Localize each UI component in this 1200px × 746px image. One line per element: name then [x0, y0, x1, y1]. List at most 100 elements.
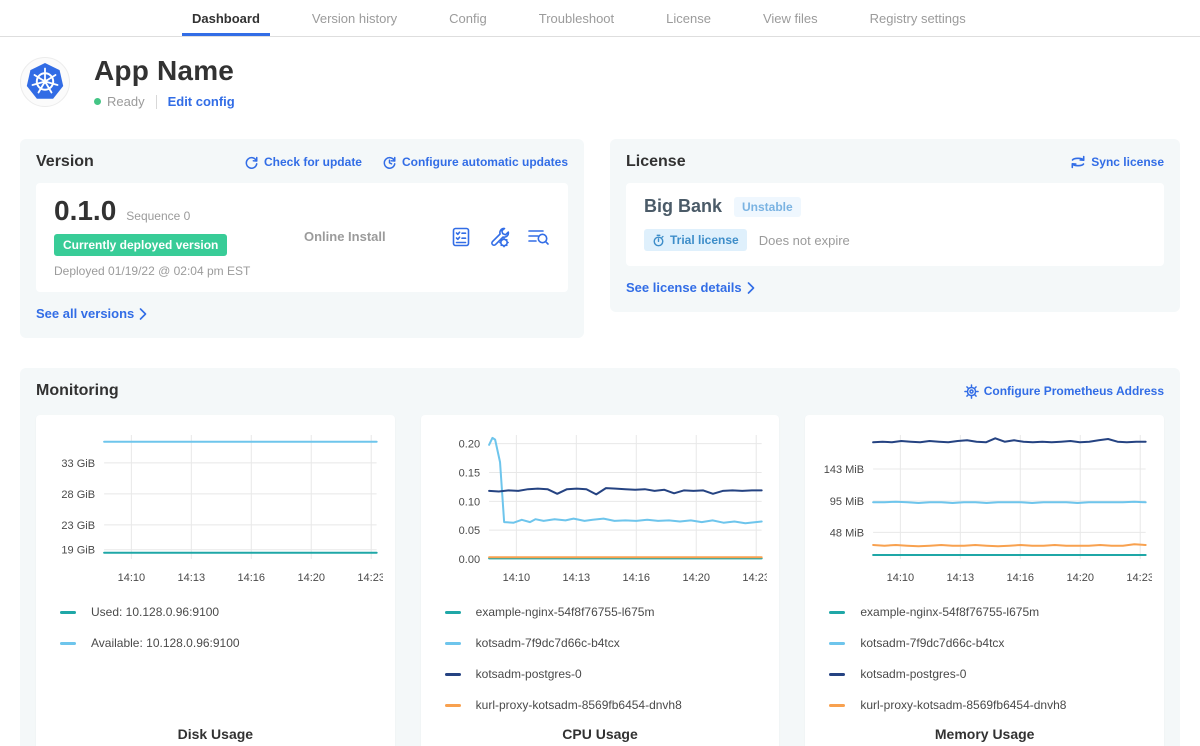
see-license-details-link[interactable]: See license details	[626, 280, 755, 295]
chart-title: Disk Usage	[48, 712, 383, 742]
configure-prometheus-link[interactable]: Configure Prometheus Address	[964, 384, 1164, 399]
app-avatar	[20, 57, 70, 107]
svg-text:33 GiB: 33 GiB	[61, 458, 95, 470]
legend-item: kotsadm-7f9dc7d66c-b4tcx	[445, 636, 768, 650]
dashboard-content: App Name Ready Edit config Version	[0, 37, 1200, 746]
svg-text:0.05: 0.05	[458, 525, 479, 537]
svg-text:48 MiB: 48 MiB	[830, 527, 864, 539]
legend-color-dash	[829, 642, 845, 645]
svg-text:14:23: 14:23	[357, 572, 382, 584]
preflight-checks-icon[interactable]	[450, 226, 472, 248]
legend-label: kurl-proxy-kotsadm-8569fb6454-dnvh8	[476, 698, 682, 712]
expiry-text: Does not expire	[759, 233, 850, 248]
chart-card-memory-usage: 143 MiB95 MiB48 MiB14:1014:1314:1614:201…	[805, 415, 1164, 746]
chevron-right-icon	[139, 308, 147, 320]
legend-color-dash	[445, 704, 461, 707]
license-type-badge: Trial license	[644, 229, 747, 251]
nav-tab-config[interactable]: Config	[439, 0, 497, 36]
svg-text:14:13: 14:13	[562, 572, 590, 584]
clock-refresh-icon	[382, 155, 397, 170]
channel-badge: Unstable	[734, 197, 801, 217]
nav-tab-troubleshoot[interactable]: Troubleshoot	[529, 0, 624, 36]
legend-color-dash	[60, 611, 76, 614]
legend-label: kurl-proxy-kotsadm-8569fb6454-dnvh8	[860, 698, 1066, 712]
version-card-title: Version	[36, 153, 94, 171]
app-name: App Name	[94, 55, 235, 87]
legend-item: kotsadm-postgres-0	[445, 667, 768, 681]
svg-text:28 GiB: 28 GiB	[61, 489, 95, 501]
svg-text:14:16: 14:16	[1007, 572, 1035, 584]
svg-text:95 MiB: 95 MiB	[830, 496, 864, 508]
edit-config-link[interactable]: Edit config	[168, 94, 235, 109]
svg-text:19 GiB: 19 GiB	[61, 545, 95, 557]
svg-text:14:23: 14:23	[742, 572, 767, 584]
legend-color-dash	[445, 611, 461, 614]
chart-card-disk-usage: 33 GiB28 GiB23 GiB19 GiB14:1014:1314:161…	[36, 415, 395, 746]
version-number: 0.1.0	[54, 195, 116, 227]
charts-row: 33 GiB28 GiB23 GiB19 GiB14:1014:1314:161…	[36, 415, 1164, 746]
legend-color-dash	[829, 704, 845, 707]
svg-text:14:10: 14:10	[118, 572, 146, 584]
edit-config-wrench-icon[interactable]	[488, 226, 510, 248]
svg-text:14:20: 14:20	[1067, 572, 1095, 584]
chart-legend: example-nginx-54f8f76755-l675m kotsadm-7…	[433, 605, 768, 712]
svg-text:14:16: 14:16	[238, 572, 266, 584]
monitoring-title: Monitoring	[36, 382, 119, 400]
svg-text:14:23: 14:23	[1127, 572, 1152, 584]
svg-text:143 MiB: 143 MiB	[824, 464, 864, 476]
legend-color-dash	[60, 642, 76, 645]
app-header: App Name Ready Edit config	[20, 55, 1180, 109]
legend-label: example-nginx-54f8f76755-l675m	[476, 605, 655, 619]
license-card-title: License	[626, 153, 686, 171]
see-all-versions-link[interactable]: See all versions	[36, 306, 147, 321]
svg-text:0.00: 0.00	[458, 554, 479, 566]
nav-tab-license[interactable]: License	[656, 0, 721, 36]
stopwatch-icon	[652, 234, 665, 247]
line-chart: 143 MiB95 MiB48 MiB14:1014:1314:1614:201…	[817, 427, 1152, 591]
legend-item: kotsadm-7f9dc7d66c-b4tcx	[829, 636, 1152, 650]
legend-label: kotsadm-postgres-0	[860, 667, 966, 681]
refresh-icon	[244, 155, 259, 170]
sync-license-link[interactable]: Sync license	[1070, 155, 1164, 169]
svg-text:14:20: 14:20	[297, 572, 325, 584]
top-nav: Dashboard Version history Config Troublesho…	[0, 0, 1200, 37]
nav-tab-version-history[interactable]: Version history	[302, 0, 407, 36]
legend-item: kurl-proxy-kotsadm-8569fb6454-dnvh8	[445, 698, 768, 712]
status-dot	[94, 98, 101, 105]
legend-color-dash	[445, 642, 461, 645]
svg-text:14:16: 14:16	[622, 572, 650, 584]
nav-tab-registry-settings[interactable]: Registry settings	[860, 0, 976, 36]
chart-card-cpu-usage: 0.200.150.100.050.0014:1014:1314:1614:20…	[421, 415, 780, 746]
nav-tab-view-files[interactable]: View files	[753, 0, 828, 36]
legend-label: example-nginx-54f8f76755-l675m	[860, 605, 1039, 619]
legend-item: example-nginx-54f8f76755-l675m	[445, 605, 768, 619]
gear-icon	[964, 384, 979, 399]
legend-item: kotsadm-postgres-0	[829, 667, 1152, 681]
version-card: Version Check for update	[20, 139, 584, 338]
deploy-logs-icon[interactable]	[526, 226, 550, 248]
legend-label: Used: 10.128.0.96:9100	[91, 605, 219, 619]
kubernetes-icon	[24, 61, 66, 103]
nav-tab-dashboard[interactable]: Dashboard	[182, 0, 270, 36]
check-for-update-link[interactable]: Check for update	[244, 155, 362, 170]
line-chart: 0.200.150.100.050.0014:1014:1314:1614:20…	[433, 427, 768, 591]
legend-color-dash	[829, 611, 845, 614]
currently-deployed-badge: Currently deployed version	[54, 234, 227, 256]
svg-text:0.20: 0.20	[458, 439, 479, 451]
sync-arrows-icon	[1070, 155, 1086, 169]
configure-automatic-updates-link[interactable]: Configure automatic updates	[382, 155, 568, 170]
legend-label: Available: 10.128.0.96:9100	[91, 636, 240, 650]
chart-legend: Used: 10.128.0.96:9100 Available: 10.128…	[48, 605, 383, 650]
legend-color-dash	[829, 673, 845, 676]
svg-text:14:10: 14:10	[887, 572, 915, 584]
svg-text:14:20: 14:20	[682, 572, 710, 584]
chevron-right-icon	[747, 282, 755, 294]
monitoring-section: Monitoring Configure Prometheus Address …	[20, 368, 1180, 746]
legend-color-dash	[445, 673, 461, 676]
divider	[156, 95, 157, 109]
chart-title: CPU Usage	[433, 712, 768, 742]
app-status: Ready	[107, 94, 145, 109]
chart-legend: example-nginx-54f8f76755-l675m kotsadm-7…	[817, 605, 1152, 712]
sequence-label: Sequence 0	[126, 209, 190, 223]
legend-item: kurl-proxy-kotsadm-8569fb6454-dnvh8	[829, 698, 1152, 712]
